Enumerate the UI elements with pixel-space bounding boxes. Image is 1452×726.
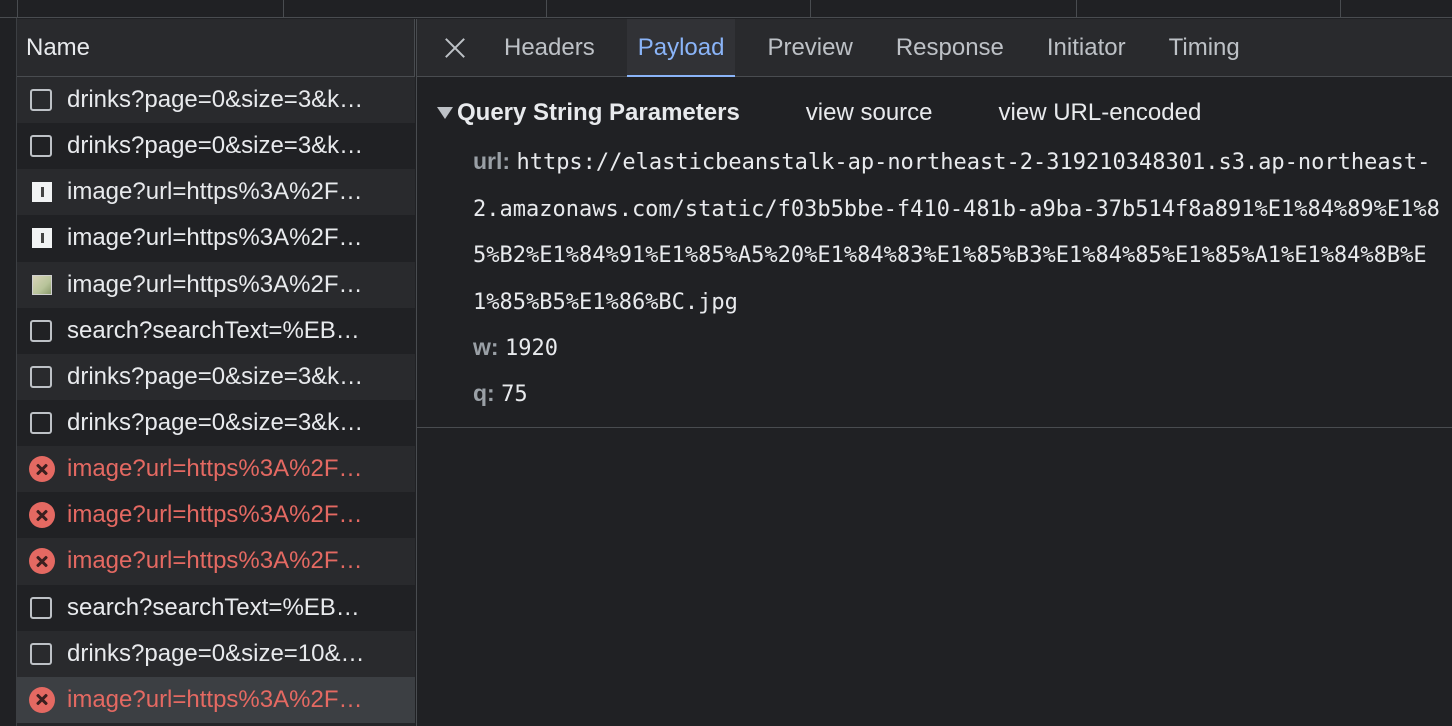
request-name: image?url=https%3A%2F… (67, 501, 363, 529)
request-row[interactable]: image?url=https%3A%2F… (17, 261, 415, 308)
request-row[interactable]: drinks?page=0&size=3&k… (17, 399, 415, 447)
request-name: image?url=https%3A%2F… (67, 270, 363, 298)
request-row[interactable]: drinks?page=0&size=3&k… (17, 123, 415, 170)
tab-initiator[interactable]: Initiator (1036, 19, 1137, 76)
error-icon (29, 686, 55, 713)
request-name: drinks?page=0&size=3&k… (67, 132, 364, 160)
document-icon (30, 365, 52, 388)
request-name: image?url=https%3A%2F… (67, 455, 363, 483)
request-list-pane: Name drinks?page=0&size=3&k… drinks?page=… (17, 19, 415, 726)
section-title: Query String Parameters (457, 99, 740, 126)
name-column-header[interactable]: Name (17, 19, 415, 77)
request-name: search?searchText=%EB… (67, 593, 360, 621)
param-value: 75 (501, 382, 528, 407)
document-icon (30, 135, 52, 158)
document-icon (30, 89, 52, 112)
error-icon (29, 456, 55, 483)
request-row[interactable]: image?url=https%3A%2F… (17, 492, 415, 539)
image-thumbnail-icon (32, 274, 52, 295)
view-url-encoded-link[interactable]: view URL-encoded (999, 99, 1202, 127)
query-string-section-header[interactable]: Query String Parameters view source view… (417, 91, 1452, 135)
image-icon (32, 228, 52, 249)
request-detail-pane: Headers Payload Preview Response Initiat… (416, 19, 1452, 726)
param-q: q: 75 (473, 371, 1452, 417)
request-name: image?url=https%3A%2F… (67, 178, 363, 206)
request-name: image?url=https%3A%2F… (67, 224, 363, 252)
request-row[interactable]: image?url=https%3A%2F… (17, 446, 415, 493)
column-divider[interactable] (283, 0, 284, 18)
tab-preview[interactable]: Preview (756, 19, 863, 76)
close-icon[interactable] (417, 19, 493, 76)
document-icon (30, 596, 52, 619)
column-divider[interactable] (546, 0, 547, 18)
query-params-list: url: https://elasticbeanstalk-ap-northea… (417, 135, 1452, 428)
param-url: url: https://elasticbeanstalk-ap-northea… (473, 139, 1451, 325)
param-value: https://elasticbeanstalk-ap-northeast-2-… (473, 150, 1440, 315)
detail-tab-bar: Headers Payload Preview Response Initiat… (417, 19, 1452, 77)
view-source-link[interactable]: view source (806, 99, 933, 127)
left-gutter (0, 18, 17, 726)
request-name: drinks?page=0&size=3&k… (67, 409, 364, 437)
request-name: image?url=https%3A%2F… (67, 547, 363, 575)
request-name: drinks?page=0&size=3&k… (67, 86, 364, 114)
tab-headers[interactable]: Headers (493, 19, 606, 76)
param-key: url: (473, 148, 511, 174)
tab-timing[interactable]: Timing (1158, 19, 1251, 76)
image-icon (32, 182, 52, 203)
request-name: drinks?page=0&size=3&k… (67, 362, 364, 390)
request-row[interactable]: image?url=https%3A%2F… (17, 676, 415, 723)
param-key: q: (473, 380, 495, 406)
error-icon (29, 548, 55, 575)
request-row[interactable]: drinks?page=0&size=10&… (17, 630, 415, 677)
payload-panel: Query String Parameters view source view… (417, 77, 1452, 428)
request-row[interactable]: drinks?page=0&size=3&k… (17, 77, 415, 124)
error-icon (29, 502, 55, 529)
request-row[interactable]: image?url=https%3A%2F… (17, 169, 415, 216)
param-value: 1920 (504, 336, 558, 361)
request-row[interactable]: drinks?page=0&size=3&k… (17, 353, 415, 400)
column-divider[interactable] (1340, 0, 1341, 18)
request-name: image?url=https%3A%2F… (67, 685, 363, 713)
column-divider[interactable] (810, 0, 811, 18)
document-icon (30, 412, 52, 435)
request-row[interactable]: search?searchText=%EB… (17, 307, 415, 354)
document-icon (30, 319, 52, 342)
request-list: drinks?page=0&size=3&k… drinks?page=0&siz… (17, 77, 415, 723)
top-column-strip (0, 0, 1452, 18)
expand-triangle-icon[interactable] (437, 107, 453, 119)
request-row[interactable]: image?url=https%3A%2F… (17, 538, 415, 585)
request-row[interactable]: search?searchText=%EB… (17, 584, 415, 631)
document-icon (30, 642, 52, 665)
param-key: w: (473, 334, 499, 360)
request-name: search?searchText=%EB… (67, 316, 360, 344)
request-row[interactable]: image?url=https%3A%2F… (17, 215, 415, 262)
tab-payload[interactable]: Payload (626, 19, 736, 77)
request-name: drinks?page=0&size=10&… (67, 639, 365, 667)
param-w: w: 1920 (473, 325, 1452, 371)
column-divider[interactable] (17, 0, 18, 18)
tab-response[interactable]: Response (885, 19, 1015, 76)
column-divider[interactable] (1076, 0, 1077, 18)
